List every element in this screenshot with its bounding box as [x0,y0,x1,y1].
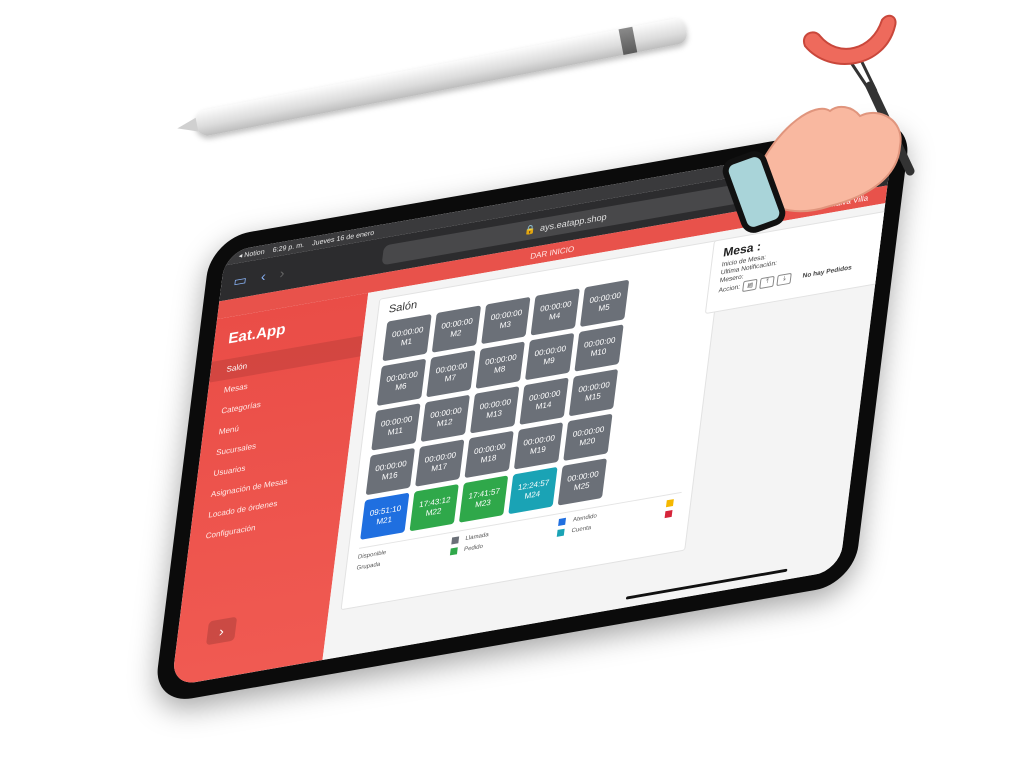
table-name: M15 [584,391,602,403]
table-tile[interactable]: 00:00:00 M3 [481,296,531,345]
pencil-band [618,26,638,55]
table-name: M16 [381,470,399,482]
table-name: M22 [425,506,443,518]
table-tile[interactable]: 00:00:00 M14 [519,377,569,425]
table-tile[interactable]: 17:41:57 M23 [458,475,509,523]
table-name: M6 [394,381,408,393]
apple-pencil [175,16,689,138]
table-tile[interactable]: 00:00:00 M17 [415,439,465,487]
table-name: M13 [485,408,503,421]
expand-sidebar-button[interactable]: › [205,616,238,646]
table-name: M1 [400,336,413,348]
sidebar-toggle-icon[interactable]: ▭ [233,271,248,290]
table-tile[interactable]: 09:51:10 M21 [360,492,410,540]
table-tile[interactable]: 00:00:00 M9 [524,332,575,381]
table-tile[interactable]: 00:00:00 M25 [557,458,607,506]
table-name: M5 [597,302,611,314]
download-icon[interactable]: ⤓ [776,272,793,287]
table-tile[interactable]: 00:00:00 M20 [563,413,613,461]
table-tile[interactable]: 00:00:00 M12 [420,394,470,443]
table-name: M23 [474,497,492,510]
table-name: M9 [542,355,556,367]
table-name: M19 [529,444,547,457]
table-name: M2 [449,328,463,339]
table-tile[interactable]: 00:00:00 M18 [464,430,514,479]
sausage-icon [802,14,897,65]
table-name: M21 [375,514,393,527]
document-icon[interactable]: ▤ [742,278,758,293]
legend-swatch [450,536,459,545]
legend-swatch [557,528,565,537]
salon-panel: Salón 00:00:00 M1 00:00:00 M2 00:00:00 M3 00:0… [340,238,725,611]
table-name: M24 [523,489,541,501]
table-tile[interactable]: 00:00:00 M11 [371,403,421,451]
table-tile[interactable]: 00:00:00 M19 [513,422,564,470]
table-tile[interactable]: 17:43:12 M22 [409,483,459,532]
accion-label: Accion: [718,283,741,295]
forward-icon[interactable]: › [279,265,286,282]
table-tile[interactable]: 00:00:00 M6 [376,358,427,406]
hand-sausage-illustration [722,14,915,233]
table-name: M11 [387,425,404,438]
home-indicator [625,568,788,600]
table-name: M4 [548,310,561,322]
table-name: M25 [573,480,591,493]
table-name: M18 [480,453,497,465]
table-name: M20 [578,435,596,448]
legend-swatch [665,499,674,508]
sidebar-nav: Salón Mesas Categorías Menú Sucursales Usuari… [188,335,363,550]
table-name: M14 [535,399,552,412]
table-name: M12 [436,417,454,429]
table-name: M7 [444,372,457,384]
lock-icon: 🔒 [524,223,537,236]
table-tile[interactable]: 00:00:00 M13 [470,386,520,434]
table-tile[interactable]: 12:24:57 M24 [508,466,558,515]
table-tile[interactable]: 00:00:00 M16 [365,447,415,496]
table-tile[interactable]: 00:00:00 M10 [574,324,624,372]
table-tile[interactable]: 00:00:00 M2 [431,305,482,353]
table-tile[interactable]: 00:00:00 M5 [579,279,630,328]
hand-icon [759,105,902,213]
back-icon[interactable]: ‹ [260,268,267,285]
table-name: M3 [499,319,512,331]
upload-icon[interactable]: ⤒ [759,275,776,290]
table-name: M8 [493,364,506,376]
chevron-right-icon: › [218,622,225,640]
table-name: M10 [590,346,607,359]
table-tile[interactable]: 00:00:00 M1 [382,313,432,362]
pencil-tip [175,117,199,136]
legend-swatch [664,509,673,519]
url-text: ays.eatapp.shop [539,211,608,234]
table-tile[interactable]: 00:00:00 M8 [475,341,525,389]
table-tile[interactable]: 00:00:00 M7 [426,350,476,398]
legend-swatch [449,547,458,556]
table-tile[interactable]: 00:00:00 M15 [568,368,619,417]
table-name: M17 [430,461,448,474]
table-tile[interactable]: 00:00:00 M4 [530,288,580,336]
legend-swatch [558,517,567,526]
